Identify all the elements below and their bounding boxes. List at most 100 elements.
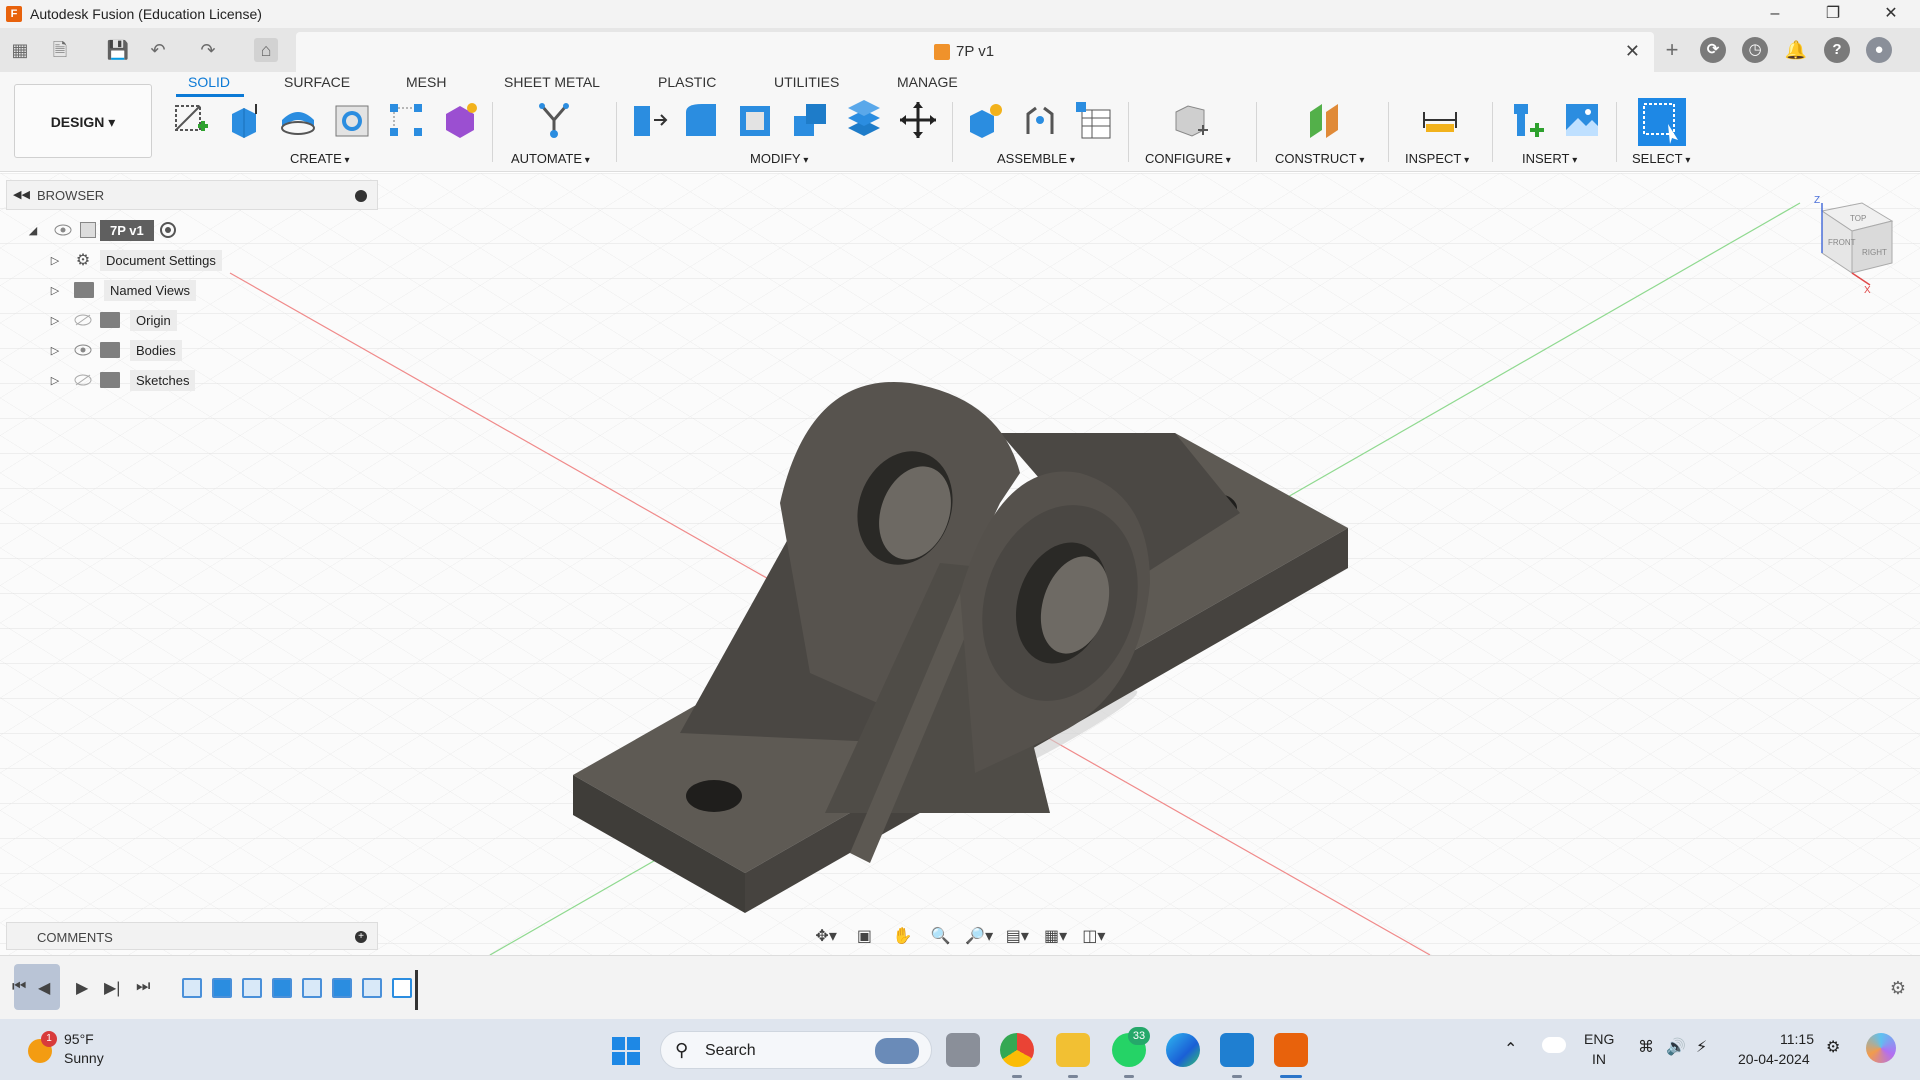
look-at-icon[interactable]: ▣ bbox=[848, 926, 880, 946]
browser-item-sketches[interactable]: ▷ Sketches bbox=[48, 368, 196, 392]
timeline-extrude-feature[interactable] bbox=[212, 978, 232, 998]
timeline-marker[interactable] bbox=[415, 970, 418, 1010]
task-view-icon[interactable] bbox=[946, 1033, 980, 1067]
eye-hidden-icon[interactable] bbox=[74, 374, 92, 386]
wifi-icon[interactable]: ⌘ bbox=[1638, 1037, 1654, 1057]
select-menu[interactable]: SELECT bbox=[1632, 151, 1690, 166]
offset-plane-icon[interactable] bbox=[1304, 100, 1344, 140]
inspect-menu[interactable]: INSPECT bbox=[1405, 151, 1469, 166]
copilot-icon[interactable] bbox=[1866, 1033, 1896, 1063]
collapse-arrow-icon[interactable]: ◢ bbox=[26, 224, 40, 237]
tab-sheet-metal[interactable]: SHEET METAL bbox=[504, 74, 600, 90]
undo-icon[interactable]: ↶ bbox=[146, 38, 170, 62]
browser-item-named-views[interactable]: ▷ Named Views bbox=[48, 278, 196, 302]
pan-icon[interactable]: ✋ bbox=[887, 926, 919, 946]
fit-icon[interactable]: 🔎▾ bbox=[963, 926, 995, 946]
expand-arrow-icon[interactable]: ▷ bbox=[48, 314, 62, 327]
eye-hidden-icon[interactable] bbox=[74, 314, 92, 326]
extrude-icon[interactable] bbox=[224, 100, 264, 140]
timeline-sketch-feature[interactable] bbox=[362, 978, 382, 998]
taskbar-search[interactable]: ⚲ Search bbox=[660, 1031, 932, 1069]
expand-arrow-icon[interactable]: ▷ bbox=[48, 284, 62, 297]
new-component-icon[interactable] bbox=[966, 100, 1006, 140]
tab-manage[interactable]: MANAGE bbox=[897, 74, 958, 90]
settings-gear-icon[interactable]: ⚙ bbox=[1826, 1037, 1840, 1057]
previous-step-icon[interactable]: ◀ bbox=[38, 978, 50, 998]
save-icon[interactable]: 💾 bbox=[106, 38, 130, 62]
eye-icon[interactable] bbox=[74, 344, 92, 356]
tab-mesh[interactable]: MESH bbox=[406, 74, 446, 90]
volume-icon[interactable]: 🔊 bbox=[1666, 1037, 1686, 1057]
notifications-icon[interactable]: 🔔 bbox=[1784, 38, 1808, 62]
battery-icon[interactable]: ⚡ bbox=[1696, 1037, 1707, 1057]
timeline-sketch-feature[interactable] bbox=[182, 978, 202, 998]
vscode-icon[interactable] bbox=[1220, 1033, 1254, 1067]
minimize-icon[interactable]: – bbox=[1746, 0, 1804, 28]
play-icon[interactable]: ▶ bbox=[76, 978, 88, 998]
select-icon[interactable] bbox=[1638, 98, 1686, 146]
automate-menu[interactable]: AUTOMATE bbox=[511, 151, 590, 166]
home-icon[interactable]: ⌂ bbox=[254, 38, 278, 62]
onedrive-icon[interactable] bbox=[1542, 1037, 1566, 1053]
user-avatar[interactable]: ● bbox=[1866, 37, 1892, 63]
assemble-menu[interactable]: ASSEMBLE bbox=[997, 151, 1075, 166]
show-hidden-icons[interactable]: ⌃ bbox=[1504, 1039, 1517, 1059]
file-explorer-icon[interactable] bbox=[1056, 1033, 1090, 1067]
timeline-extrude-feature[interactable] bbox=[272, 978, 292, 998]
orbit-icon[interactable]: ✥▾ bbox=[810, 926, 842, 946]
start-button[interactable] bbox=[612, 1037, 640, 1065]
grid-settings-icon[interactable]: ▦▾ bbox=[1040, 926, 1072, 946]
viewports-icon[interactable]: ◫▾ bbox=[1078, 926, 1110, 946]
zoom-icon[interactable]: 🔍 bbox=[925, 926, 957, 946]
combine-icon[interactable] bbox=[790, 100, 830, 140]
modify-menu[interactable]: MODIFY bbox=[750, 151, 808, 166]
joint-icon[interactable] bbox=[1020, 100, 1060, 140]
press-pull-icon[interactable] bbox=[628, 100, 668, 140]
browser-minimize-icon[interactable] bbox=[355, 190, 367, 202]
fusion-taskbar-icon[interactable] bbox=[1274, 1033, 1308, 1067]
create-menu[interactable]: CREATE bbox=[290, 151, 350, 166]
configure-icon[interactable] bbox=[1172, 100, 1212, 140]
form-icon[interactable] bbox=[440, 100, 480, 140]
viewport-canvas[interactable]: TOP FRONT RIGHT Z X bbox=[0, 173, 1920, 955]
insert-menu[interactable]: INSERT bbox=[1522, 151, 1577, 166]
close-tab-icon[interactable]: ✕ bbox=[1625, 41, 1640, 62]
pattern-icon[interactable] bbox=[386, 100, 426, 140]
file-menu-icon[interactable]: 🗎 bbox=[48, 38, 72, 62]
language-bottom[interactable]: IN bbox=[1592, 1051, 1606, 1067]
shell-icon[interactable] bbox=[736, 100, 776, 140]
next-step-icon[interactable]: ▶| bbox=[104, 978, 120, 998]
add-comment-icon[interactable]: + bbox=[355, 931, 367, 943]
language-top[interactable]: ENG bbox=[1584, 1031, 1614, 1047]
new-tab-icon[interactable]: + bbox=[1660, 38, 1684, 62]
close-icon[interactable]: ✕ bbox=[1862, 0, 1920, 28]
construct-menu[interactable]: CONSTRUCT bbox=[1275, 151, 1364, 166]
chrome-icon[interactable] bbox=[1000, 1033, 1034, 1067]
expand-arrow-icon[interactable]: ▷ bbox=[48, 254, 62, 267]
extensions-icon[interactable]: ⟳ bbox=[1700, 37, 1726, 63]
redo-icon[interactable]: ↷ bbox=[196, 38, 220, 62]
revolve-icon[interactable] bbox=[278, 100, 318, 140]
expand-arrow-icon[interactable]: ▷ bbox=[48, 344, 62, 357]
eye-icon[interactable] bbox=[54, 224, 72, 236]
workspace-switcher[interactable]: DESIGN ▾ bbox=[14, 84, 152, 158]
collapse-browser-icon[interactable]: ◀◀ bbox=[13, 188, 30, 201]
tab-surface[interactable]: SURFACE bbox=[284, 74, 350, 90]
restore-icon[interactable]: ❐ bbox=[1804, 0, 1862, 28]
tab-utilities[interactable]: UTILITIES bbox=[774, 74, 839, 90]
browser-root[interactable]: ◢ 7P v1 bbox=[26, 218, 176, 242]
create-sketch-icon[interactable] bbox=[170, 100, 210, 140]
browser-item-document-settings[interactable]: ▷ ⚙ Document Settings bbox=[48, 248, 222, 272]
configure-menu[interactable]: CONFIGURE bbox=[1145, 151, 1231, 166]
offset-face-icon[interactable] bbox=[844, 100, 884, 140]
browser-item-bodies[interactable]: ▷ Bodies bbox=[48, 338, 182, 362]
browser-item-origin[interactable]: ▷ Origin bbox=[48, 308, 177, 332]
app-grid-icon[interactable]: ▦ bbox=[8, 38, 32, 62]
clock-time[interactable]: 11:15 bbox=[1780, 1031, 1814, 1047]
first-step-icon[interactable]: ⏮ bbox=[12, 978, 26, 996]
edge-icon[interactable] bbox=[1166, 1033, 1200, 1067]
timeline-extrude-feature[interactable] bbox=[332, 978, 352, 998]
move-icon[interactable] bbox=[898, 100, 938, 140]
insert-mcmaster-icon[interactable] bbox=[1508, 100, 1548, 140]
hole-icon[interactable] bbox=[332, 100, 372, 140]
